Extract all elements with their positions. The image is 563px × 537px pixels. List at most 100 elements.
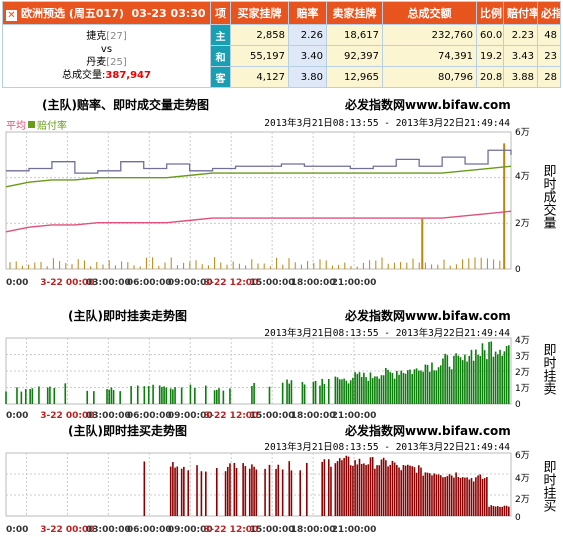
col-header-buy: 买家挂牌 xyxy=(230,1,289,25)
row-total: 80,796 xyxy=(382,66,477,88)
chart2-range: 2013年3月21日08:13:55 - 2013年3月22日21:49:44 xyxy=(264,327,510,339)
x-tick-label: 0:00 xyxy=(6,525,28,535)
row-sell: 92,397 xyxy=(326,45,383,67)
chart3-ytick: 0 xyxy=(515,513,521,523)
row-ratio: 20.8 xyxy=(476,66,504,88)
legend-pay: 赔付率 xyxy=(37,119,67,132)
chart1-grid xyxy=(6,132,511,269)
chart3-x-ticks: 0:00 3-22 00:0003:00:0006:00:0009:00:003-… xyxy=(6,525,376,535)
row-must: 28 xyxy=(537,66,561,88)
row-ratio: 19.2 xyxy=(476,45,504,67)
col-header-pay: 赔付率 xyxy=(503,1,538,25)
col-header-total: 总成交额 xyxy=(382,1,477,25)
x-tick-label: 15:00:00 xyxy=(250,278,295,288)
x-tick-label: 18:00:00 xyxy=(291,278,336,288)
x-tick-label: 03:00:00 xyxy=(86,278,131,288)
chart2-vertical-label: 即时挂卖 xyxy=(541,343,557,395)
close-icon[interactable]: ✕ xyxy=(6,10,17,21)
chart1-x-ticks: 0:00 3-22 00:0003:00:0006:00:0009:00:003-… xyxy=(6,278,376,288)
away-team: 丹麦 xyxy=(86,57,107,68)
row-buy: 55,197 xyxy=(230,45,289,67)
col-header-ratio: 比例 xyxy=(476,1,504,25)
chart2-ytick: 2万 xyxy=(515,368,530,378)
row-buy: 4,127 xyxy=(230,66,289,88)
match-table: ✕ 欧洲预选 (周五017) 03-23 03:30 项 买家挂牌 赔率 卖家挂牌… xyxy=(2,1,561,88)
vs-label: vs xyxy=(100,44,113,55)
chart2-grid xyxy=(6,338,511,404)
row-odds: 3.80 xyxy=(288,66,327,88)
chart2-ytick: 1万 xyxy=(515,384,530,394)
chart1-ytick: 2万 xyxy=(515,219,530,229)
x-tick-label: 03:00:00 xyxy=(86,525,131,535)
sell-chart: (主队)即时挂卖走势图 必发指数网www.bifaw.com 2013年3月21… xyxy=(5,308,557,421)
chart3-vertical-label: 即时挂买 xyxy=(541,460,557,513)
match-title: 欧洲预选 (周五017) xyxy=(21,7,124,20)
x-tick-label: 0:00 xyxy=(6,278,28,288)
x-tick-label: 06:00:00 xyxy=(127,278,172,288)
chart1-ytick: 4万 xyxy=(515,172,530,182)
chart1-frame xyxy=(5,131,512,270)
chart3-frame xyxy=(5,452,512,517)
match-time: 03-23 03:30 xyxy=(131,7,206,20)
row-pay: 2.23 xyxy=(503,24,538,46)
row-must: 23 xyxy=(537,45,561,67)
home-rank: [27] xyxy=(106,31,127,42)
x-tick-label: 18:00:00 xyxy=(291,525,336,535)
chart3-ytick: 2万 xyxy=(515,495,530,505)
table-header-row: ✕ 欧洲预选 (周五017) 03-23 03:30 项 买家挂牌 赔率 卖家挂牌… xyxy=(2,1,561,25)
table-row: 捷克[27] vs 丹麦[25] 总成交量:387,947 主 2,858 2.… xyxy=(2,24,561,88)
row-total: 74,391 xyxy=(382,45,477,67)
away-rank: [25] xyxy=(106,57,127,68)
chart2-ytick: 0 xyxy=(515,400,521,410)
row-pay: 3.43 xyxy=(503,45,538,67)
row-type: 和 xyxy=(210,45,231,67)
row-ratio: 60.0 xyxy=(476,24,504,46)
total-volume-label: 总成交量: xyxy=(62,70,106,81)
chart2-title: (主队)即时挂卖走势图 xyxy=(68,308,187,323)
row-pay: 3.88 xyxy=(503,66,538,88)
chart3-ytick: 4万 xyxy=(515,474,530,484)
col-header-sell: 卖家挂牌 xyxy=(326,1,383,25)
total-volume-value: 387,947 xyxy=(105,70,151,81)
chart2-site: 必发指数网www.bifaw.com xyxy=(344,308,511,323)
chart1-lines xyxy=(5,149,512,233)
row-sell: 18,617 xyxy=(326,24,383,46)
chart1-ytick: 6万 xyxy=(515,128,530,138)
row-total: 232,760 xyxy=(382,24,477,46)
legend-avg: 平均 xyxy=(6,120,26,132)
teams-cell: 捷克[27] vs 丹麦[25] 总成交量:387,947 xyxy=(2,24,211,88)
row-odds: 2.26 xyxy=(288,24,327,46)
row-type: 主 xyxy=(210,24,231,46)
chart1-volume-bars xyxy=(9,143,506,269)
col-header-must: 必指 xyxy=(537,1,561,25)
chart1-site: 必发指数网www.bifaw.com xyxy=(344,97,511,112)
col-header-odds: 赔率 xyxy=(288,1,327,25)
chart1-range: 2013年3月21日08:13:55 - 2013年3月22日21:49:44 xyxy=(264,117,510,129)
legend-pay-swatch xyxy=(28,121,35,128)
chart2-ytick: 4万 xyxy=(515,336,530,346)
chart2-ytick: 3万 xyxy=(515,352,530,362)
x-tick-label: 06:00:00 xyxy=(127,525,172,535)
chart3-bars xyxy=(143,455,510,516)
x-tick-label: 21:00:00 xyxy=(332,525,377,535)
row-odds: 3.40 xyxy=(288,45,327,67)
row-must: 48 xyxy=(537,24,561,46)
chart1-ytick: 0 xyxy=(515,265,521,275)
col-header-type: 项 xyxy=(210,1,231,25)
chart1-vertical-label: 即时成交量 xyxy=(541,164,557,229)
chart3-site: 必发指数网www.bifaw.com xyxy=(344,423,511,438)
buy-chart: (主队)即时挂买走势图 必发指数网www.bifaw.com 2013年3月21… xyxy=(5,423,557,535)
chart3-grid xyxy=(6,453,511,516)
x-tick-label: 15:00:00 xyxy=(250,525,295,535)
match-title-cell: ✕ 欧洲预选 (周五017) 03-23 03:30 xyxy=(2,1,211,25)
chart3-ytick: 6万 xyxy=(515,451,530,461)
chart3-title: (主队)即时挂买走势图 xyxy=(68,423,187,438)
home-team: 捷克 xyxy=(86,31,107,42)
odds-line xyxy=(5,210,512,233)
row-buy: 2,858 xyxy=(230,24,289,46)
row-type: 客 xyxy=(210,66,231,88)
chart2-bars xyxy=(5,341,510,404)
average-line xyxy=(6,149,512,174)
pay-rate-line xyxy=(5,165,512,188)
chart3-range: 2013年3月21日08:13:55 - 2013年3月22日21:49:44 xyxy=(264,441,510,453)
